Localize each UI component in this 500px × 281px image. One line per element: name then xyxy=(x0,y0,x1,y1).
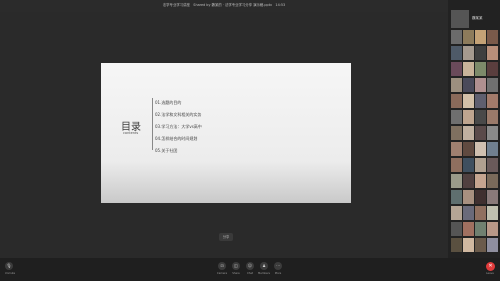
participant-video-tile[interactable] xyxy=(463,222,474,236)
leave-meeting-button[interactable]: ✕ xyxy=(486,262,495,271)
participant-video-tile[interactable] xyxy=(475,126,486,140)
participant-video-tile[interactable] xyxy=(487,126,498,140)
participant-video-tile[interactable] xyxy=(451,46,462,60)
participant-video-tile[interactable] xyxy=(463,238,474,252)
toc-item: 05.关于社团 xyxy=(155,148,178,153)
participant-video-tile[interactable] xyxy=(475,206,486,220)
participant-video-tile[interactable] xyxy=(487,238,498,252)
share-status-button[interactable]: 分享 xyxy=(219,233,233,241)
participant-video-tile[interactable] xyxy=(451,126,462,140)
participant-video-tile[interactable] xyxy=(475,30,486,44)
participant-video-tile[interactable] xyxy=(475,62,486,76)
participant-video-tile[interactable] xyxy=(463,158,474,172)
participant-video-tile[interactable] xyxy=(463,206,474,220)
participant-video-tile[interactable] xyxy=(475,110,486,124)
participant-video-tile[interactable] xyxy=(487,206,498,220)
participant-video-tile[interactable] xyxy=(475,46,486,60)
participant-video-tile[interactable] xyxy=(451,158,462,172)
microphone-icon[interactable]: 🎙 xyxy=(5,262,13,270)
participant-video-tile[interactable] xyxy=(463,142,474,156)
title-bar: 法学专业学习讲座 Shared by 魏某的 · 法学专业学习分享 演示稿.pp… xyxy=(0,0,448,12)
participant-video-tile[interactable] xyxy=(463,174,474,188)
participant-video-tile[interactable] xyxy=(487,46,498,60)
window-title: 法学专业学习讲座 Shared by 魏某的 · 法学专业学习分享 演示稿.pp… xyxy=(162,3,286,7)
camera-button[interactable]: ⊡ xyxy=(218,262,226,270)
participant-video-tile[interactable] xyxy=(487,190,498,204)
participant-video-tile[interactable] xyxy=(475,78,486,92)
slide-subheading: contents xyxy=(123,131,139,135)
participant-video-tile[interactable] xyxy=(451,62,462,76)
participant-video-tile[interactable] xyxy=(451,30,462,44)
members-button[interactable]: ♟ xyxy=(260,262,268,270)
participant-video-tile[interactable] xyxy=(451,142,462,156)
participant-video-tile[interactable] xyxy=(463,62,474,76)
more-label: More xyxy=(274,272,282,275)
participant-video-tile[interactable] xyxy=(475,238,486,252)
participant-video-tile[interactable] xyxy=(487,94,498,108)
participant-video-tile[interactable] xyxy=(451,190,462,204)
participant-video-tile[interactable] xyxy=(451,110,462,124)
slide-divider xyxy=(152,98,153,150)
participant-video-tile[interactable] xyxy=(463,126,474,140)
participant-video-tile[interactable] xyxy=(451,174,462,188)
participant-video-tile[interactable] xyxy=(451,222,462,236)
participant-video-tile[interactable] xyxy=(451,94,462,108)
participant-video-tile[interactable] xyxy=(451,238,462,252)
participant-video-tile[interactable] xyxy=(487,78,498,92)
participant-video-tile[interactable] xyxy=(487,142,498,156)
participant-video-tile[interactable] xyxy=(475,222,486,236)
participant-video-tile[interactable] xyxy=(451,78,462,92)
participant-video-tile[interactable] xyxy=(463,110,474,124)
participant-video-tile[interactable] xyxy=(463,190,474,204)
more-button[interactable]: ⋯ xyxy=(274,262,282,270)
participant-video-tile[interactable] xyxy=(475,158,486,172)
presentation-slide xyxy=(101,63,351,203)
participant-video-tile[interactable] xyxy=(463,46,474,60)
participant-video-tile[interactable] xyxy=(487,110,498,124)
leave-label: Leave xyxy=(486,272,494,275)
toc-item: 04.怎样结合的时间规划 xyxy=(155,136,198,141)
toc-item: 02.法学和文科相关的实务 xyxy=(155,112,202,117)
share-screen-button[interactable]: ◫ xyxy=(232,262,240,270)
toc-item: 03.学习方法：大学vs高中 xyxy=(155,124,202,129)
toc-item: 01.选题的目的 xyxy=(155,100,182,105)
participant-video-tile[interactable] xyxy=(487,62,498,76)
host-avatar[interactable] xyxy=(451,10,469,28)
participant-video-tile[interactable] xyxy=(451,206,462,220)
mic-label: Unmute xyxy=(4,272,16,275)
participant-video-tile[interactable] xyxy=(463,30,474,44)
participant-video-tile[interactable] xyxy=(487,222,498,236)
participant-video-tile[interactable] xyxy=(475,94,486,108)
participant-video-tile[interactable] xyxy=(475,142,486,156)
participant-video-tile[interactable] xyxy=(487,30,498,44)
host-name: 魏某某 xyxy=(472,16,483,20)
participant-video-tile[interactable] xyxy=(475,190,486,204)
participant-video-tile[interactable] xyxy=(463,78,474,92)
participant-video-tile[interactable] xyxy=(487,158,498,172)
participant-video-tile[interactable] xyxy=(463,94,474,108)
participant-video-tile[interactable] xyxy=(487,174,498,188)
chat-button[interactable]: ☺ xyxy=(246,262,254,270)
participant-video-tile[interactable] xyxy=(475,174,486,188)
